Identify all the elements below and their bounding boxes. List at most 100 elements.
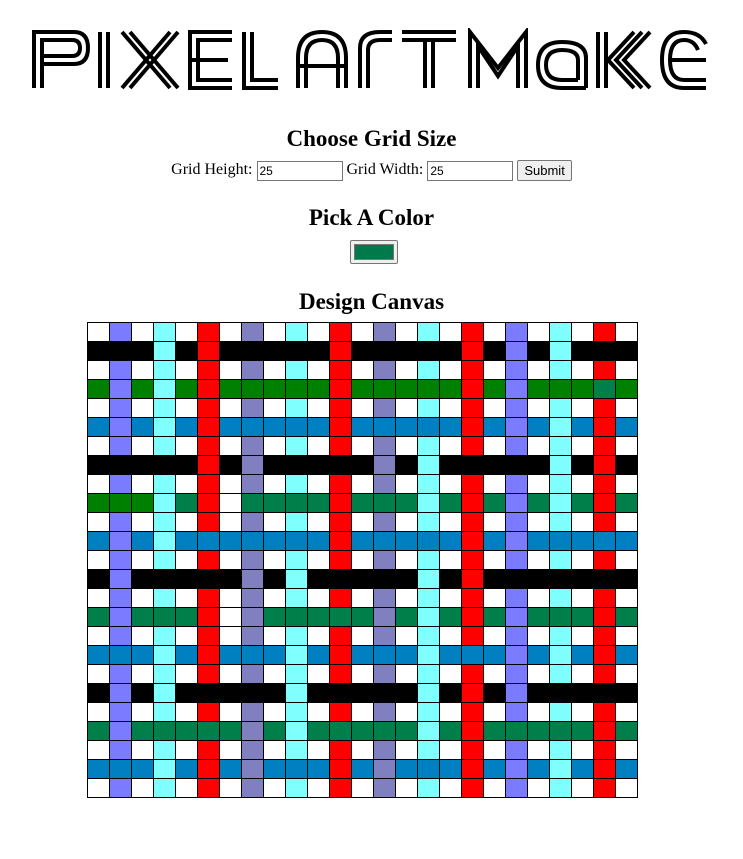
pixel-cell[interactable] bbox=[439, 683, 462, 703]
pixel-cell[interactable] bbox=[175, 721, 198, 741]
pixel-cell[interactable] bbox=[461, 417, 484, 437]
pixel-cell[interactable] bbox=[307, 626, 330, 646]
pixel-cell[interactable] bbox=[527, 436, 550, 456]
pixel-cell[interactable] bbox=[373, 398, 396, 418]
pixel-cell[interactable] bbox=[461, 398, 484, 418]
pixel-cell[interactable] bbox=[417, 417, 440, 437]
pixel-cell[interactable] bbox=[549, 474, 572, 494]
pixel-cell[interactable] bbox=[109, 531, 132, 551]
pixel-cell[interactable] bbox=[505, 683, 528, 703]
pixel-cell[interactable] bbox=[615, 455, 638, 475]
pixel-cell[interactable] bbox=[373, 664, 396, 684]
pixel-cell[interactable] bbox=[219, 569, 242, 589]
pixel-cell[interactable] bbox=[461, 740, 484, 760]
pixel-cell[interactable] bbox=[351, 702, 374, 722]
pixel-cell[interactable] bbox=[571, 512, 594, 532]
pixel-cell[interactable] bbox=[285, 379, 308, 399]
pixel-cell[interactable] bbox=[197, 550, 220, 570]
pixel-cell[interactable] bbox=[527, 626, 550, 646]
pixel-cell[interactable] bbox=[219, 531, 242, 551]
pixel-cell[interactable] bbox=[593, 474, 616, 494]
pixel-cell[interactable] bbox=[87, 455, 110, 475]
pixel-cell[interactable] bbox=[549, 531, 572, 551]
pixel-cell[interactable] bbox=[439, 778, 462, 798]
pixel-cell[interactable] bbox=[505, 759, 528, 779]
pixel-cell[interactable] bbox=[373, 512, 396, 532]
pixel-cell[interactable] bbox=[263, 778, 286, 798]
pixel-cell[interactable] bbox=[285, 341, 308, 361]
pixel-cell[interactable] bbox=[87, 531, 110, 551]
pixel-cell[interactable] bbox=[461, 436, 484, 456]
pixel-cell[interactable] bbox=[197, 626, 220, 646]
pixel-cell[interactable] bbox=[131, 588, 154, 608]
pixel-cell[interactable] bbox=[329, 379, 352, 399]
pixel-cell[interactable] bbox=[241, 721, 264, 741]
pixel-cell[interactable] bbox=[439, 341, 462, 361]
pixel-cell[interactable] bbox=[131, 759, 154, 779]
pixel-cell[interactable] bbox=[131, 778, 154, 798]
pixel-cell[interactable] bbox=[483, 683, 506, 703]
pixel-cell[interactable] bbox=[549, 455, 572, 475]
pixel-cell[interactable] bbox=[615, 379, 638, 399]
pixel-cell[interactable] bbox=[461, 778, 484, 798]
pixel-cell[interactable] bbox=[307, 398, 330, 418]
pixel-cell[interactable] bbox=[329, 436, 352, 456]
pixel-cell[interactable] bbox=[175, 759, 198, 779]
pixel-cell[interactable] bbox=[197, 740, 220, 760]
pixel-cell[interactable] bbox=[109, 512, 132, 532]
pixel-cell[interactable] bbox=[571, 645, 594, 665]
pixel-cell[interactable] bbox=[219, 702, 242, 722]
pixel-cell[interactable] bbox=[197, 341, 220, 361]
pixel-cell[interactable] bbox=[329, 588, 352, 608]
pixel-cell[interactable] bbox=[373, 569, 396, 589]
pixel-cell[interactable] bbox=[175, 379, 198, 399]
pixel-cell[interactable] bbox=[461, 759, 484, 779]
pixel-cell[interactable] bbox=[285, 588, 308, 608]
pixel-cell[interactable] bbox=[373, 417, 396, 437]
pixel-cell[interactable] bbox=[505, 740, 528, 760]
pixel-cell[interactable] bbox=[439, 493, 462, 513]
pixel-cell[interactable] bbox=[483, 778, 506, 798]
pixel-cell[interactable] bbox=[241, 550, 264, 570]
pixel-cell[interactable] bbox=[439, 721, 462, 741]
pixel-cell[interactable] bbox=[439, 474, 462, 494]
pixel-cell[interactable] bbox=[351, 512, 374, 532]
pixel-cell[interactable] bbox=[549, 607, 572, 627]
pixel-cell[interactable] bbox=[615, 683, 638, 703]
pixel-cell[interactable] bbox=[109, 341, 132, 361]
pixel-cell[interactable] bbox=[461, 645, 484, 665]
pixel-cell[interactable] bbox=[131, 569, 154, 589]
pixel-cell[interactable] bbox=[175, 398, 198, 418]
pixel-cell[interactable] bbox=[527, 474, 550, 494]
pixel-cell[interactable] bbox=[87, 493, 110, 513]
pixel-cell[interactable] bbox=[263, 550, 286, 570]
pixel-cell[interactable] bbox=[593, 550, 616, 570]
pixel-cell[interactable] bbox=[153, 588, 176, 608]
pixel-cell[interactable] bbox=[197, 721, 220, 741]
pixel-cell[interactable] bbox=[571, 683, 594, 703]
pixel-cell[interactable] bbox=[87, 664, 110, 684]
pixel-cell[interactable] bbox=[593, 588, 616, 608]
pixel-cell[interactable] bbox=[549, 702, 572, 722]
pixel-cell[interactable] bbox=[329, 455, 352, 475]
pixel-cell[interactable] bbox=[549, 588, 572, 608]
pixel-cell[interactable] bbox=[615, 322, 638, 342]
pixel-cell[interactable] bbox=[373, 759, 396, 779]
pixel-cell[interactable] bbox=[263, 436, 286, 456]
pixel-cell[interactable] bbox=[263, 569, 286, 589]
pixel-cell[interactable] bbox=[307, 664, 330, 684]
pixel-cell[interactable] bbox=[131, 398, 154, 418]
pixel-cell[interactable] bbox=[483, 379, 506, 399]
pixel-cell[interactable] bbox=[571, 455, 594, 475]
pixel-cell[interactable] bbox=[109, 664, 132, 684]
pixel-cell[interactable] bbox=[263, 322, 286, 342]
pixel-cell[interactable] bbox=[219, 607, 242, 627]
pixel-cell[interactable] bbox=[571, 607, 594, 627]
pixel-cell[interactable] bbox=[197, 417, 220, 437]
pixel-cell[interactable] bbox=[351, 721, 374, 741]
pixel-cell[interactable] bbox=[197, 569, 220, 589]
pixel-cell[interactable] bbox=[87, 436, 110, 456]
pixel-cell[interactable] bbox=[395, 531, 418, 551]
pixel-cell[interactable] bbox=[153, 512, 176, 532]
pixel-cell[interactable] bbox=[593, 360, 616, 380]
